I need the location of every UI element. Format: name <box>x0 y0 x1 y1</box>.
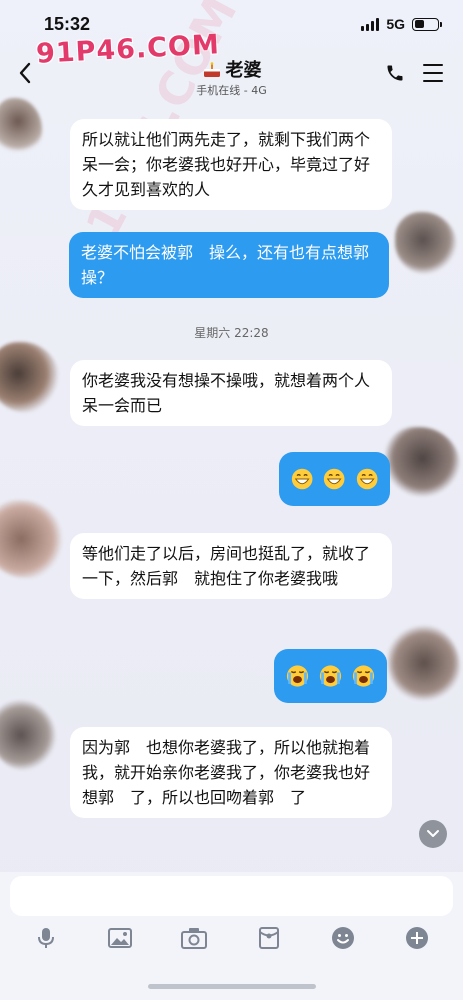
incoming-message[interactable]: 所以就让他们两先走了，就剩下我们两个呆一会；你老婆我也好开心，毕竟过了好久才见到… <box>70 119 392 210</box>
menu-line <box>423 79 443 82</box>
battery-level <box>414 20 425 28</box>
avatar <box>385 427 460 497</box>
outgoing-emoji-message[interactable] <box>279 452 390 506</box>
camera-icon <box>181 928 207 949</box>
smiley-icon <box>332 927 354 949</box>
outgoing-emoji-message[interactable] <box>274 649 387 703</box>
status-icons: 5G <box>361 16 442 32</box>
incoming-message[interactable]: 你老婆我没有想操不操哦，就想着两个人呆一会而已 <box>70 360 392 426</box>
incoming-message[interactable]: 等他们走了以后，房间也挺乱了，就收了一下，然后郭 就抱住了你老婆我哦 <box>70 533 392 599</box>
avatar <box>0 500 64 578</box>
composer-toolbar <box>0 924 463 960</box>
more-menu-button[interactable] <box>423 64 443 82</box>
message-list[interactable]: 所以就让他们两先走了，就剩下我们两个呆一会；你老婆我也好开心，毕竟过了好久才见到… <box>0 98 463 872</box>
phone-icon <box>387 65 403 81</box>
status-time: 15:32 <box>44 14 91 34</box>
network-type: 5G <box>386 16 405 32</box>
composer <box>0 872 463 1000</box>
loudly-crying-face-icon <box>319 665 342 687</box>
emoji-button[interactable] <box>329 924 357 952</box>
signal-icon <box>361 17 380 31</box>
menu-line <box>423 71 443 75</box>
grinning-face-icon <box>324 468 345 490</box>
chevron-down-icon <box>427 830 439 837</box>
avatar <box>388 624 460 702</box>
avatar <box>0 98 42 156</box>
incoming-message[interactable]: 因为郭 也想你老婆我了，所以他就抱着我，就开始亲你老婆我了，你老婆我也好想郭 了… <box>70 727 392 818</box>
more-actions-button[interactable] <box>403 924 431 952</box>
home-indicator[interactable] <box>148 984 316 989</box>
scroll-to-bottom-button[interactable] <box>419 820 447 848</box>
message-timestamp: 星期六 22:28 <box>194 326 269 340</box>
grinning-face-icon <box>291 468 313 490</box>
battery-icon <box>412 17 442 31</box>
red-packet-icon <box>259 927 279 949</box>
grinning-face-icon <box>356 468 378 490</box>
gallery-button[interactable] <box>106 924 134 952</box>
red-packet-button[interactable] <box>255 924 283 952</box>
camera-button[interactable] <box>180 924 208 952</box>
microphone-icon <box>38 928 54 948</box>
avatar <box>0 700 56 770</box>
plus-icon <box>406 927 428 949</box>
voice-button[interactable] <box>32 924 60 952</box>
message-input[interactable] <box>10 876 453 916</box>
online-status: 手机在线 - 4G <box>196 84 267 97</box>
outgoing-message[interactable]: 老婆不怕会被郭 操么，还有也有点想郭 操？ <box>69 232 389 298</box>
avatar <box>395 212 457 274</box>
call-button[interactable] <box>385 63 405 83</box>
avatar <box>0 342 60 412</box>
menu-line <box>423 64 443 67</box>
loudly-crying-face-icon <box>286 665 309 687</box>
loudly-crying-face-icon <box>352 665 375 687</box>
image-icon <box>108 928 132 948</box>
chat-title: 老婆 <box>225 60 262 81</box>
